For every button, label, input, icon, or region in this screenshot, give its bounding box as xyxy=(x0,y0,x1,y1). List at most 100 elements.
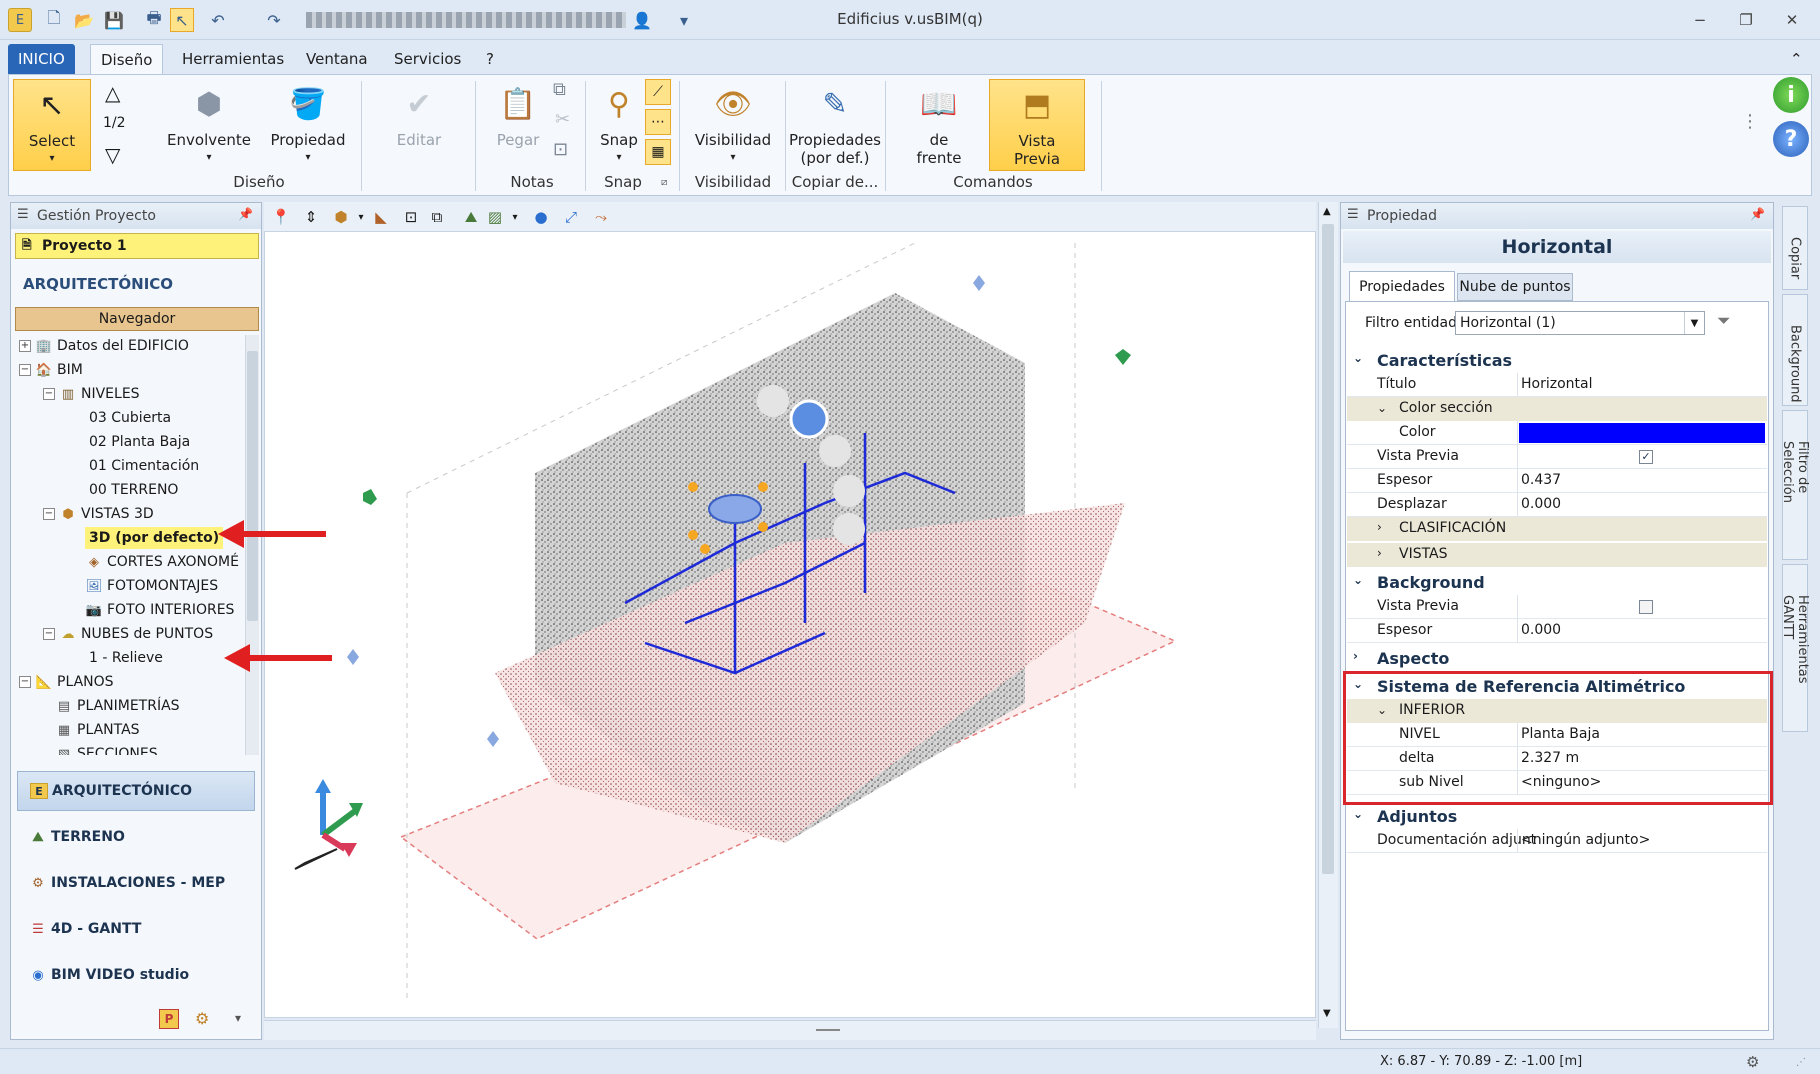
expand-chevron-icon[interactable]: › xyxy=(1377,546,1382,560)
snap-midpoint-icon[interactable]: ⋯ xyxy=(645,109,671,135)
side-tab-background[interactable]: Background xyxy=(1782,294,1808,406)
save-icon[interactable]: 💾 xyxy=(102,8,126,32)
scroll-down-icon[interactable]: ▼ xyxy=(1323,1008,1331,1019)
vertical-section-icon[interactable]: ⇕ xyxy=(300,207,322,227)
collapse-icon[interactable]: − xyxy=(43,628,55,640)
visibilidad-button[interactable]: 👁 Visibilidad ▾ xyxy=(687,79,779,171)
tree-item-datos[interactable]: + 🏢 Datos del EDIFICIO xyxy=(19,335,189,357)
grid-gizmo-icon[interactable] xyxy=(833,475,865,507)
user-icon[interactable]: 👤 xyxy=(630,8,654,32)
collapse-chevron-icon[interactable]: ⌄ xyxy=(1377,703,1387,717)
section-aspecto[interactable]: › Aspecto xyxy=(1347,645,1767,671)
prop-value[interactable]: Horizontal xyxy=(1521,376,1592,392)
editar-button[interactable]: ✔ Editar xyxy=(379,79,459,171)
tree-item-3d-default[interactable]: 3D (por defecto) xyxy=(85,527,224,549)
zoom-extents-icon[interactable]: ⊡ xyxy=(400,207,422,227)
info-icon[interactable]: i xyxy=(1773,77,1809,113)
tab-propiedades[interactable]: Propiedades xyxy=(1349,271,1455,301)
propiedad-button[interactable]: 🪣 Propiedad ▾ xyxy=(263,79,353,171)
tree-item-planos[interactable]: − 📐 PLANOS xyxy=(19,671,114,693)
quick-access-dropdown-icon[interactable]: ▾ xyxy=(672,8,696,32)
green-marker-icon[interactable] xyxy=(1115,349,1131,365)
rotate-handle-icon[interactable] xyxy=(708,494,762,524)
fraction-button[interactable]: 1/2 xyxy=(103,115,126,131)
plugins-gear-icon[interactable]: ⚙ xyxy=(195,1009,209,1028)
tab-inicio[interactable]: INICIO xyxy=(8,44,75,74)
pegar-button[interactable]: 📋 Pegar xyxy=(485,79,551,171)
section-adjuntos[interactable]: ⌄ Adjuntos xyxy=(1347,803,1767,829)
help-icon[interactable]: ? xyxy=(1773,121,1809,157)
axes-icon[interactable]: ⤢ xyxy=(560,207,582,227)
tree-item-niveles[interactable]: − ▥ NIVELES xyxy=(43,383,140,405)
viewport-splitter[interactable] xyxy=(264,1020,1316,1040)
row-espesor[interactable]: Espesor 0.437 xyxy=(1347,469,1767,493)
move-gizmo-icon[interactable] xyxy=(789,399,829,439)
paste-special-icon[interactable]: ⊡ xyxy=(553,139,568,160)
section-sistema-referencia[interactable]: ⌄ Sistema de Referencia Altimétrico xyxy=(1347,673,1767,699)
row-inferior[interactable]: ⌄ INFERIOR xyxy=(1347,699,1767,723)
redo-icon[interactable]: ↷ xyxy=(262,8,286,32)
tree-item-level-01[interactable]: 01 Cimentación xyxy=(89,455,199,477)
nav-instalaciones[interactable]: ⚙ INSTALACIONES - MEP xyxy=(17,863,255,903)
section-caracteristicas[interactable]: ⌄ Características xyxy=(1347,347,1767,373)
bg-vista-previa-checkbox[interactable] xyxy=(1639,600,1653,614)
resize-grip-icon[interactable]: ⋰ xyxy=(1796,1057,1806,1068)
tab-servicios[interactable]: Servicios xyxy=(384,44,471,74)
point-cloud-canvas[interactable] xyxy=(265,203,1316,1018)
row-vista-previa[interactable]: Vista Previa ✓ xyxy=(1347,445,1767,469)
tab-help[interactable]: ? xyxy=(476,44,504,74)
share-icon[interactable]: ⤳ xyxy=(590,207,612,227)
tree-item-foto-interiores[interactable]: 📷 FOTO INTERIORES xyxy=(85,599,235,621)
terrain-view-icon[interactable]: ⛰ xyxy=(460,207,482,227)
navigator-header[interactable]: Navegador xyxy=(15,307,259,331)
tree-item-bim[interactable]: − 🏠 BIM xyxy=(19,359,83,381)
collapse-icon[interactable]: − xyxy=(19,676,31,688)
restore-button[interactable]: ❐ xyxy=(1726,6,1766,34)
triangle-up-icon[interactable]: △ xyxy=(105,81,120,105)
tree-item-fotomontajes[interactable]: 🖼 FOTOMONTAJES xyxy=(85,575,218,597)
select-pointer-icon[interactable]: ↖ xyxy=(170,8,194,32)
tree-item-level-03[interactable]: 03 Cubierta xyxy=(89,407,171,429)
landscape-icon[interactable]: ▨ xyxy=(484,207,506,227)
tab-ventana[interactable]: Ventana xyxy=(296,44,378,74)
prop-value[interactable]: <ningún adjunto> xyxy=(1521,832,1650,848)
undo-icon[interactable]: ↶ xyxy=(206,8,230,32)
collapse-chevron-icon[interactable]: ⌄ xyxy=(1353,573,1363,587)
close-button[interactable]: ✕ xyxy=(1772,6,1812,34)
filter-entity-select[interactable]: Horizontal (1) ▼ xyxy=(1455,311,1705,335)
snap-dialog-launcher-icon[interactable]: ⧄ xyxy=(661,177,667,188)
cut-icon[interactable]: ✂ xyxy=(555,109,570,130)
tree-item-relieve[interactable]: 1 - Relieve xyxy=(89,647,163,669)
nav-terreno[interactable]: ⛰ TERRENO xyxy=(17,817,255,857)
collapse-icon[interactable]: − xyxy=(43,508,55,520)
collapse-icon[interactable]: − xyxy=(43,388,55,400)
prop-value[interactable]: 0.000 xyxy=(1521,622,1561,638)
ribbon-collapse-button[interactable]: ⌃ xyxy=(1780,44,1813,74)
select-button[interactable]: ↖ Select ▾ xyxy=(13,79,91,171)
prop-value[interactable]: 0.000 xyxy=(1521,496,1561,512)
prop-value[interactable]: <ninguno> xyxy=(1521,774,1601,790)
vista-previa-checkbox[interactable]: ✓ xyxy=(1639,450,1653,464)
tree-item-level-00[interactable]: 00 TERRENO xyxy=(89,479,178,501)
collapse-chevron-icon[interactable]: ⌄ xyxy=(1353,351,1363,365)
status-settings-icon[interactable]: ⚙ xyxy=(1746,1053,1759,1071)
tree-item-planimetrias[interactable]: ▤ PLANIMETRÍAS xyxy=(55,695,180,717)
splitter-grip-icon[interactable] xyxy=(816,1029,840,1031)
scroll-up-icon[interactable]: ▲ xyxy=(1323,206,1331,217)
3d-viewport[interactable] xyxy=(264,202,1316,1018)
snap-endpoint-icon[interactable]: ⟋ xyxy=(645,79,671,105)
plane-handle-icon[interactable] xyxy=(487,731,499,747)
side-tab-copiar[interactable]: Copiar xyxy=(1782,206,1808,290)
row-color-seccion[interactable]: ⌄ Color sección xyxy=(1347,397,1767,421)
snap-button[interactable]: ⚲ Snap ▾ xyxy=(593,79,645,171)
pin-red-icon[interactable]: 📍 xyxy=(270,207,292,227)
sphere-render-icon[interactable]: ● xyxy=(530,207,552,227)
expand-chevron-icon[interactable]: › xyxy=(1377,520,1382,534)
row-bg-vista-previa[interactable]: Vista Previa xyxy=(1347,595,1767,619)
side-tab-filtro-seleccion[interactable]: Filtro de Selección xyxy=(1780,410,1810,560)
pin-icon[interactable]: 📌 xyxy=(238,207,253,221)
orient-gizmo-icon[interactable] xyxy=(819,435,851,467)
row-desplazar[interactable]: Desplazar 0.000 xyxy=(1347,493,1767,517)
plugin-p-icon[interactable]: P xyxy=(159,1009,179,1029)
zoom-window-icon[interactable]: ⧉ xyxy=(426,207,448,227)
